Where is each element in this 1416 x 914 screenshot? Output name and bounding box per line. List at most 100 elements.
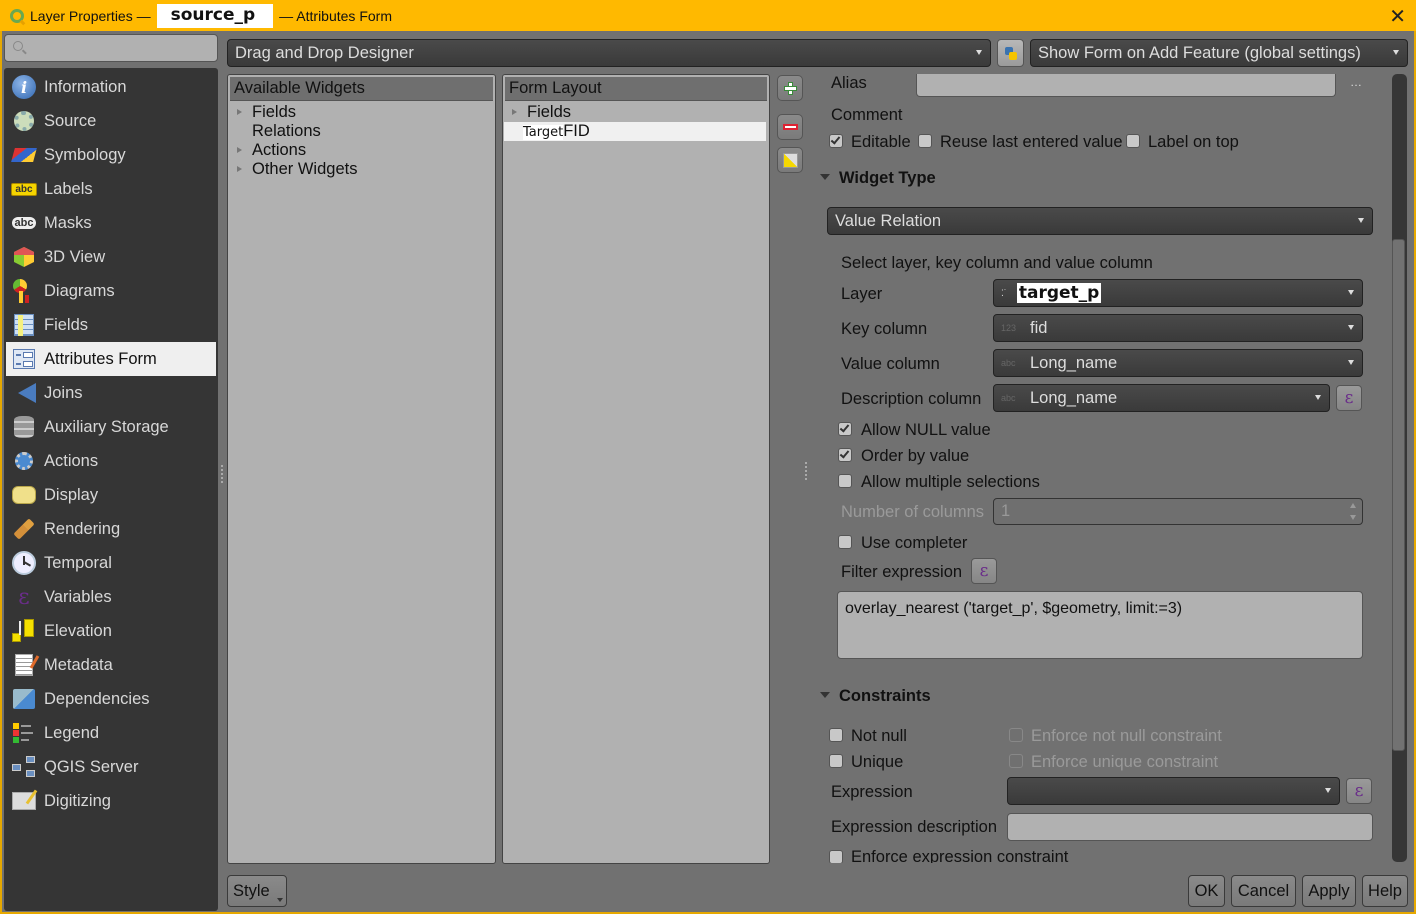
- filter-expression-textarea[interactable]: overlay_nearest ('target_p', $geometry, …: [837, 591, 1363, 659]
- constraints-header[interactable]: Constraints: [839, 687, 931, 706]
- chevron-down-icon: [976, 50, 982, 55]
- collapse-arrow-icon[interactable]: [820, 174, 830, 180]
- layout-item-fields[interactable]: Fields: [527, 103, 571, 122]
- sidebar-item-label: QGIS Server: [44, 757, 139, 776]
- sidebar-item-display[interactable]: Display: [6, 478, 216, 512]
- sidebar-item-qgis-server[interactable]: QGIS Server: [6, 750, 216, 784]
- key-column-label: Key column: [841, 320, 928, 338]
- sidebar-item-variables[interactable]: ε Variables: [6, 580, 216, 614]
- style-menu-button[interactable]: Style: [227, 875, 287, 907]
- sidebar-item-source[interactable]: Source: [6, 104, 216, 138]
- enforce-not-null-checkbox[interactable]: [1009, 728, 1023, 742]
- sidebar-item-3d-view[interactable]: 3D View: [6, 240, 216, 274]
- sidebar-item-diagrams[interactable]: Diagrams: [6, 274, 216, 308]
- sidebar-item-elevation[interactable]: Elevation: [6, 614, 216, 648]
- sidebar-item-masks[interactable]: abc Masks: [6, 206, 216, 240]
- filter-expression-button[interactable]: ε: [971, 558, 997, 584]
- collapse-arrow-icon[interactable]: [820, 692, 830, 698]
- order-by-value-checkbox[interactable]: [838, 448, 852, 462]
- sidebar-item-auxiliary-storage[interactable]: Auxiliary Storage: [6, 410, 216, 444]
- layer-select[interactable]: ⁚˙ target_p: [993, 279, 1363, 307]
- temporal-clock-icon: [11, 550, 37, 576]
- sidebar-item-actions[interactable]: Actions: [6, 444, 216, 478]
- allow-null-checkbox[interactable]: [838, 422, 852, 436]
- designer-mode-select[interactable]: Drag and Drop Designer: [227, 39, 991, 67]
- tree-item-other-widgets[interactable]: Other Widgets: [252, 160, 357, 179]
- widget-type-select[interactable]: Value Relation: [827, 207, 1373, 235]
- show-form-mode-select[interactable]: Show Form on Add Feature (global setting…: [1030, 39, 1408, 67]
- string-field-icon: abc: [1001, 393, 1016, 403]
- sidebar-item-rendering[interactable]: Rendering: [6, 512, 216, 546]
- search-input[interactable]: [4, 34, 218, 62]
- not-null-checkbox[interactable]: [829, 728, 843, 742]
- unique-checkbox[interactable]: [829, 754, 843, 768]
- widget-type-header[interactable]: Widget Type: [839, 169, 936, 188]
- add-button[interactable]: [777, 75, 803, 101]
- title-layer-name: source_p: [156, 3, 274, 28]
- 3d-cube-icon: [11, 244, 37, 270]
- close-icon[interactable]: ✕: [1389, 4, 1406, 29]
- tree-item-relations[interactable]: Relations: [252, 122, 321, 141]
- sidebar-item-information[interactable]: i Information: [6, 70, 216, 104]
- layout-item-selected-field[interactable]: TargetFID: [504, 122, 766, 141]
- edit-button[interactable]: [777, 147, 803, 173]
- expand-arrow-icon[interactable]: [237, 147, 242, 153]
- apply-button[interactable]: Apply: [1302, 875, 1356, 907]
- expand-arrow-icon[interactable]: [237, 109, 242, 115]
- designer-mode-value: Drag and Drop Designer: [235, 43, 414, 62]
- expand-arrow-icon[interactable]: [512, 109, 517, 115]
- description-column-select[interactable]: abc Long_name: [993, 384, 1330, 412]
- sidebar-item-fields[interactable]: Fields: [6, 308, 216, 342]
- sidebar-item-labels[interactable]: abc Labels: [6, 172, 216, 206]
- layer-value: target_p: [1016, 283, 1102, 303]
- sidebar-item-joins[interactable]: Joins: [6, 376, 216, 410]
- variables-epsilon-icon: ε: [18, 584, 30, 610]
- sidebar-item-label: Attributes Form: [44, 349, 157, 368]
- enforce-unique-checkbox[interactable]: [1009, 754, 1023, 768]
- expression-description-input[interactable]: [1007, 813, 1373, 841]
- sidebar-item-attributes-form[interactable]: Attributes Form: [6, 342, 216, 376]
- help-button[interactable]: Help: [1362, 875, 1408, 907]
- sidebar-splitter-handle[interactable]: [221, 465, 223, 483]
- use-completer-checkbox[interactable]: [838, 535, 852, 549]
- sidebar-item-digitizing[interactable]: Digitizing: [6, 784, 216, 818]
- sidebar-item-dependencies[interactable]: Dependencies: [6, 682, 216, 716]
- value-column-select[interactable]: abc Long_name: [993, 349, 1363, 377]
- constraint-expression-button[interactable]: ε: [1346, 778, 1372, 804]
- number-of-columns-spinbox[interactable]: 1: [993, 498, 1363, 525]
- sidebar-item-label: 3D View: [44, 247, 106, 266]
- expression-select[interactable]: [1007, 777, 1340, 805]
- properties-splitter-handle[interactable]: [805, 462, 807, 480]
- sidebar-item-legend[interactable]: Legend: [6, 716, 216, 750]
- allow-multiple-checkbox[interactable]: [838, 474, 852, 488]
- masks-abc-icon: abc: [11, 210, 37, 236]
- label-on-top-checkbox[interactable]: [1126, 134, 1140, 148]
- edit-icon: [783, 153, 798, 168]
- comment-label: Comment: [831, 106, 903, 124]
- properties-scrollbar[interactable]: [1392, 74, 1407, 862]
- python-init-button[interactable]: [997, 39, 1024, 67]
- sidebar-item-metadata[interactable]: Metadata: [6, 648, 216, 682]
- cancel-button[interactable]: Cancel: [1231, 875, 1296, 907]
- label-on-top-label: Label on top: [1148, 133, 1239, 151]
- ok-button[interactable]: OK: [1188, 875, 1225, 907]
- expand-arrow-icon[interactable]: [237, 166, 242, 172]
- enforce-expression-checkbox[interactable]: [829, 850, 843, 863]
- alias-input[interactable]: [916, 74, 1336, 97]
- checkmark-icon: [830, 134, 841, 145]
- epsilon-icon: ε: [979, 561, 989, 581]
- tree-item-actions[interactable]: Actions: [252, 141, 306, 160]
- tree-item-fields[interactable]: Fields: [252, 103, 296, 122]
- editable-checkbox[interactable]: [829, 134, 843, 148]
- remove-button[interactable]: [777, 114, 803, 140]
- sidebar-item-label: Actions: [44, 451, 99, 470]
- alias-menu-button[interactable]: …: [1350, 75, 1362, 89]
- reuse-last-value-checkbox[interactable]: [918, 134, 932, 148]
- enforce-expression-label: Enforce expression constraint: [851, 848, 1069, 863]
- key-column-select[interactable]: 123 fid: [993, 314, 1363, 342]
- sidebar-item-temporal[interactable]: Temporal: [6, 546, 216, 580]
- value-column-label: Value column: [841, 355, 940, 373]
- sidebar-item-symbology[interactable]: Symbology: [6, 138, 216, 172]
- scrollbar-thumb[interactable]: [1392, 239, 1405, 751]
- description-expression-button[interactable]: ε: [1336, 385, 1362, 411]
